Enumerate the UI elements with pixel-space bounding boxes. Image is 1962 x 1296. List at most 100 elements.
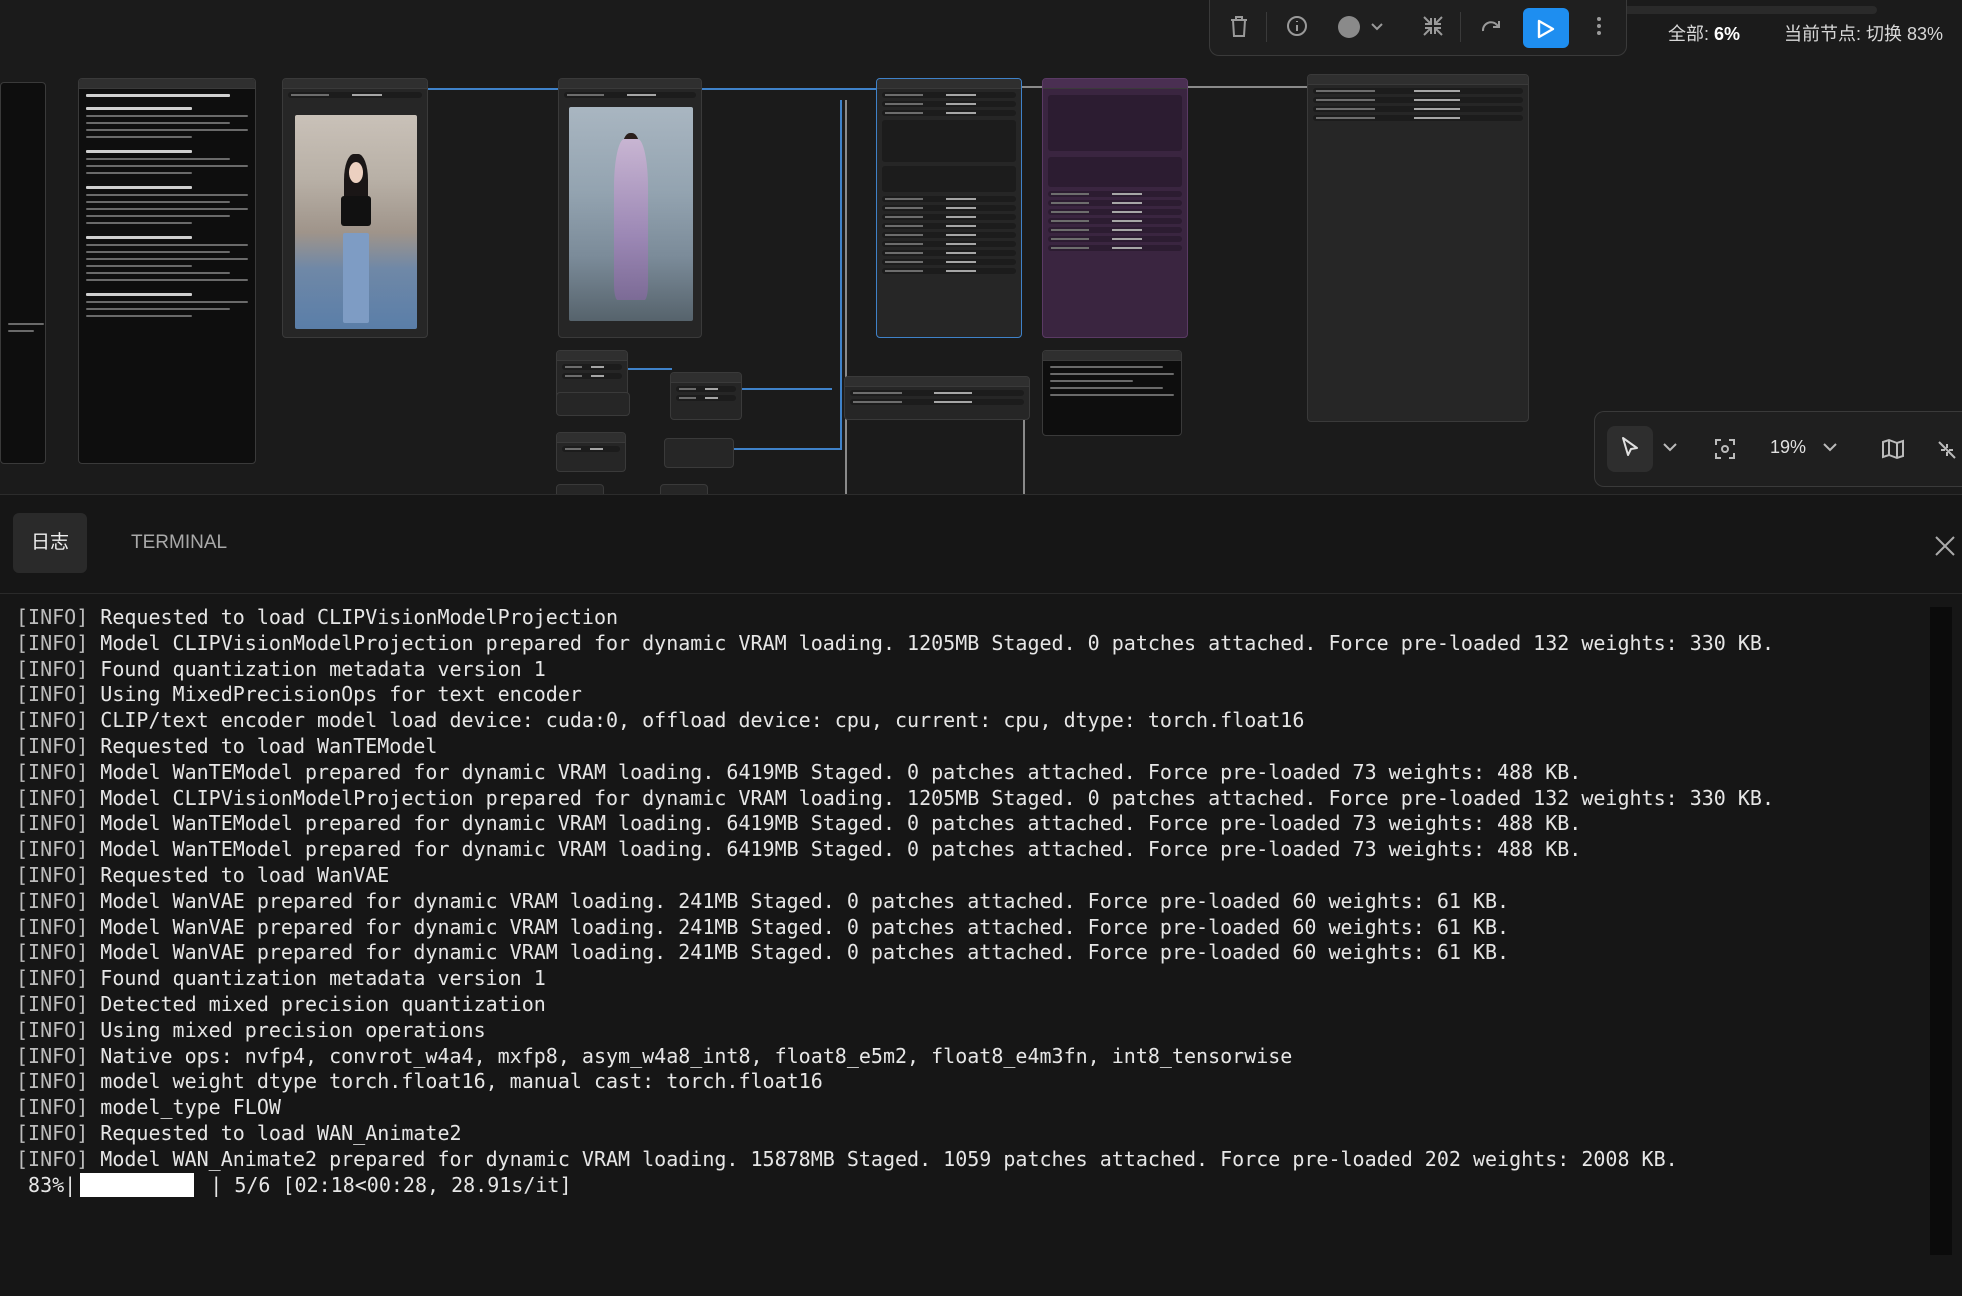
widget-field[interactable]: [882, 101, 1016, 107]
widget-field[interactable]: [1048, 209, 1182, 215]
widget-field[interactable]: [882, 214, 1016, 220]
node-graph-canvas[interactable]: 全部: 6% 当前节点: 切换 83% 19%: [0, 0, 1962, 494]
log-output[interactable]: [INFO] Requested to load CLIPVisionModel…: [16, 605, 1936, 1285]
widget-field[interactable]: [850, 399, 1024, 405]
run-queue-button[interactable]: [1523, 8, 1569, 48]
link-visibility-icon[interactable]: [1935, 438, 1959, 467]
widget-field[interactable]: [850, 390, 1024, 396]
chevron-down-icon[interactable]: [1661, 438, 1679, 461]
text-line: [86, 265, 192, 267]
helper-node[interactable]: [670, 372, 742, 420]
close-icon[interactable]: [1934, 535, 1956, 557]
redo-icon[interactable]: [1478, 14, 1504, 40]
color-picker-button[interactable]: [1336, 14, 1388, 40]
select-tool-button[interactable]: [1607, 426, 1653, 472]
prompt-textarea[interactable]: [882, 120, 1016, 162]
bypassed-node[interactable]: [1042, 78, 1188, 338]
log-message: Model WanTEModel prepared for dynamic VR…: [88, 759, 1582, 784]
tab-logs[interactable]: 日志: [13, 513, 88, 573]
log-line: [INFO] Model WanTEModel prepared for dyn…: [16, 837, 1936, 863]
log-message: Requested to load WanVAE: [88, 862, 390, 887]
widget-field[interactable]: [562, 373, 622, 379]
log-message: CLIP/text encoder model load device: cud…: [88, 708, 1305, 733]
helper-node[interactable]: [556, 432, 626, 472]
widget-field[interactable]: [882, 232, 1016, 238]
log-message: Model WanVAE prepared for dynamic VRAM l…: [88, 914, 1510, 939]
fit-view-icon[interactable]: [1713, 437, 1737, 466]
widget-field[interactable]: [882, 110, 1016, 116]
load-image-node[interactable]: [282, 78, 428, 338]
node-progress-label: 当前节点:: [1784, 24, 1862, 44]
prompt-textarea[interactable]: [1048, 157, 1182, 187]
log-message: Requested to load WanTEModel: [88, 733, 438, 758]
log-message: Requested to load CLIPVisionModelProject…: [88, 605, 619, 629]
partial-node-left[interactable]: [0, 82, 46, 464]
widget-field[interactable]: [562, 364, 622, 370]
tab-terminal[interactable]: TERMINAL: [113, 513, 245, 573]
widget-field[interactable]: [1313, 97, 1523, 103]
text-line: [86, 315, 192, 317]
text-line: [1050, 394, 1174, 396]
widget-field[interactable]: [1313, 106, 1523, 112]
sampler-node-selected[interactable]: [876, 78, 1022, 338]
text-line: [86, 208, 248, 210]
instructions-note-node[interactable]: [1042, 350, 1182, 436]
widget-field[interactable]: [1048, 200, 1182, 206]
log-message: Detected mixed precision quantization: [88, 991, 546, 1016]
video-select-widget[interactable]: [564, 92, 696, 98]
widget-field[interactable]: [1313, 115, 1523, 121]
widget-field[interactable]: [882, 223, 1016, 229]
widget-field[interactable]: [882, 259, 1016, 265]
text-line: [86, 150, 192, 153]
output-node[interactable]: [1307, 74, 1529, 422]
widget-field[interactable]: [562, 446, 620, 452]
widget-field[interactable]: [1048, 191, 1182, 197]
load-video-node[interactable]: [558, 78, 702, 338]
zoom-chevron-icon[interactable]: [1821, 438, 1839, 461]
canvas-controls: 19%: [1594, 411, 1962, 487]
widget-field[interactable]: [882, 250, 1016, 256]
widget-field[interactable]: [676, 386, 736, 392]
settings-node[interactable]: [844, 376, 1030, 420]
minimap-icon[interactable]: [1881, 438, 1905, 465]
widget-field[interactable]: [1048, 227, 1182, 233]
widget-field[interactable]: [882, 241, 1016, 247]
widget-field[interactable]: [1048, 236, 1182, 242]
text-line: [86, 172, 192, 174]
note-node[interactable]: [78, 78, 256, 464]
widget-field[interactable]: [1048, 245, 1182, 251]
widget-field[interactable]: [676, 395, 736, 401]
image-select-widget[interactable]: [288, 92, 422, 98]
log-level-tag: [INFO]: [16, 1095, 89, 1120]
link-wire: [742, 388, 832, 390]
prompt-textarea[interactable]: [882, 166, 1016, 192]
helper-node[interactable]: [556, 484, 604, 494]
text-line: [86, 215, 231, 217]
link-wire: [845, 100, 847, 494]
info-icon[interactable]: [1284, 14, 1310, 40]
helper-node[interactable]: [556, 392, 630, 416]
collapse-icon[interactable]: [1420, 14, 1446, 40]
text-line: [86, 279, 248, 281]
log-level-tag: [INFO]: [16, 811, 89, 836]
widget-field[interactable]: [882, 268, 1016, 274]
prompt-textarea[interactable]: [1048, 95, 1182, 151]
link-wire: [628, 368, 672, 370]
log-line: [INFO] Requested to load WanVAE: [16, 863, 1936, 889]
widget-field[interactable]: [882, 196, 1016, 202]
widget-field[interactable]: [882, 92, 1016, 98]
log-scrollbar[interactable]: [1930, 607, 1952, 1255]
text-line: [86, 301, 248, 303]
text-line: [86, 115, 248, 117]
trash-icon[interactable]: [1226, 14, 1252, 40]
more-options-icon[interactable]: [1586, 14, 1612, 40]
widget-field[interactable]: [882, 205, 1016, 211]
widget-field[interactable]: [1048, 218, 1182, 224]
log-line: [INFO] Model WanVAE prepared for dynamic…: [16, 940, 1936, 966]
zoom-level[interactable]: 19%: [1770, 437, 1806, 458]
helper-node[interactable]: [660, 484, 708, 494]
helper-node[interactable]: [664, 438, 734, 468]
log-message: Found quantization metadata version 1: [88, 966, 546, 991]
widget-field[interactable]: [1313, 88, 1523, 94]
node-title: [845, 377, 1029, 387]
